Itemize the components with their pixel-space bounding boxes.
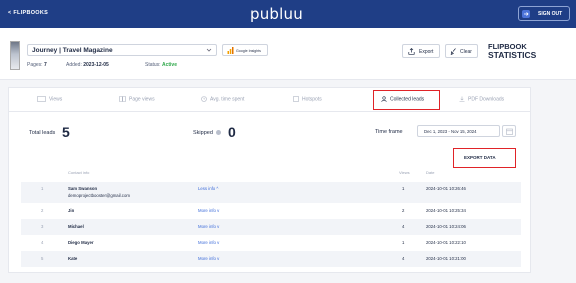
google-insights-button[interactable]: Google Insights	[222, 44, 268, 56]
clock-icon	[201, 96, 207, 102]
lead-views: 2	[402, 208, 405, 213]
stats-card: Views Page views Avg. time spent Hotspot…	[8, 87, 531, 273]
lead-name: Sam Swanson	[68, 186, 98, 191]
tab-hotspots-label: Hotspots	[302, 96, 322, 103]
more-info-toggle[interactable]: More info v	[198, 208, 219, 213]
export-data-label: EXPORT DATA	[464, 155, 496, 160]
page-title-line2: STATISTICS	[488, 50, 537, 60]
lead-name: Michael	[68, 224, 84, 229]
status-meta: Status: Active	[145, 62, 177, 68]
lead-name: Diego Mayer	[68, 240, 94, 245]
info-icon[interactable]	[216, 130, 222, 136]
skipped-value: 0	[228, 124, 236, 140]
header-views: Views	[399, 170, 410, 175]
page-title: FLIPBOOK STATISTICS	[488, 43, 537, 60]
download-icon	[459, 96, 465, 102]
table-row: 1 Sam Swanson demoprojectbooster@gmail.c…	[21, 182, 521, 203]
page-views-icon	[119, 96, 126, 102]
export-icon	[408, 48, 415, 55]
added-value: 2023-12-05	[83, 62, 109, 68]
flipbook-header: Journey | Travel Magazine Google Insight…	[0, 28, 576, 80]
export-data-button[interactable]: EXPORT DATA	[453, 148, 516, 168]
export-button[interactable]: Export	[402, 44, 440, 58]
lead-views: 1	[402, 240, 405, 245]
timeframe-input[interactable]: Dec 1, 2023 - Nov 15, 2024	[417, 125, 500, 137]
sign-out-button[interactable]: SIGN OUT	[518, 6, 570, 21]
calendar-button[interactable]	[502, 125, 516, 137]
pages-value: 7	[43, 62, 47, 68]
tab-page-views-label: Page views	[129, 96, 155, 103]
google-insights-icon	[227, 47, 234, 54]
top-bar: < FLIPBOOKS publuu SIGN OUT	[0, 0, 576, 28]
publuu-logo: publuu	[250, 5, 303, 23]
pages-label: Pages:	[27, 62, 43, 68]
table-row: 4 Diego Mayer More info v 1 2024-10-01 1…	[21, 235, 521, 251]
added-label: Added:	[66, 62, 82, 68]
table-row: 2 Jin More info v 2 2024-10-01 10:25:34	[21, 203, 521, 219]
lead-date: 2024-10-01 10:26:46	[426, 186, 466, 191]
stats-tabs: Views Page views Avg. time spent Hotspot…	[9, 88, 530, 112]
flipbook-cover-thumbnail	[10, 41, 20, 70]
views-icon	[37, 96, 46, 102]
row-index: 1	[41, 186, 44, 191]
header-date: Date	[426, 170, 435, 175]
lead-date: 2024-10-01 10:22:10	[426, 240, 466, 245]
row-index: 2	[41, 208, 44, 213]
lead-views: 4	[402, 224, 405, 229]
less-info-toggle[interactable]: Less info ^	[198, 186, 218, 191]
lead-views: 1	[402, 186, 405, 191]
person-icon	[381, 96, 387, 102]
tab-avg-time[interactable]: Avg. time spent	[201, 96, 244, 102]
tab-views[interactable]: Views	[37, 96, 62, 102]
table-header: Contact info Views Date	[21, 170, 521, 178]
timeframe-label: Time frame	[375, 129, 403, 135]
brush-icon	[450, 48, 456, 55]
row-index: 3	[41, 224, 44, 229]
lead-name: Kate	[68, 256, 78, 261]
row-index: 5	[41, 256, 44, 261]
tab-views-label: Views	[49, 96, 63, 103]
more-info-toggle[interactable]: More info v	[198, 256, 219, 261]
lead-date: 2024-10-01 10:24:06	[426, 224, 466, 229]
tab-collected-leads[interactable]: Collected leads	[381, 96, 424, 102]
more-info-toggle[interactable]: More info v	[198, 240, 219, 245]
table-row: 3 Michael More info v 4 2024-10-01 10:24…	[21, 219, 521, 235]
table-row: 5 Kate More info v 4 2024-10-01 10:21:00	[21, 251, 521, 267]
tab-pdf-downloads[interactable]: PDF Downloads	[459, 96, 504, 102]
more-info-toggle[interactable]: More info v	[198, 224, 219, 229]
total-leads-value: 5	[62, 124, 70, 140]
clear-button[interactable]: Clear	[445, 44, 478, 58]
google-insights-label: Google Insights	[236, 48, 261, 53]
clear-label: Clear	[460, 49, 472, 55]
tab-pdf-downloads-label: PDF Downloads	[468, 96, 505, 103]
pages-meta: Pages: 7	[27, 62, 47, 68]
lead-views: 4	[402, 256, 405, 261]
lead-date: 2024-10-01 10:25:34	[426, 208, 466, 213]
total-leads-label: Total leads	[29, 130, 56, 136]
tab-page-views[interactable]: Page views	[119, 96, 155, 102]
tab-collected-leads-label: Collected leads	[390, 96, 425, 103]
flipbook-select[interactable]: Journey | Travel Magazine	[27, 44, 217, 56]
status-label: Status:	[145, 62, 161, 68]
back-to-flipbooks-link[interactable]: < FLIPBOOKS	[8, 10, 48, 16]
tab-hotspots[interactable]: Hotspots	[293, 96, 322, 102]
export-label: Export	[419, 49, 434, 55]
chevron-down-icon	[206, 48, 212, 52]
hotspot-icon	[293, 96, 299, 102]
calendar-icon	[506, 128, 513, 135]
tab-avg-time-label: Avg. time spent	[210, 96, 245, 103]
status-badge: Active	[161, 62, 177, 68]
sign-out-label: SIGN OUT	[538, 11, 563, 17]
header-contact-info: Contact info	[68, 170, 90, 175]
sign-out-icon	[522, 10, 530, 18]
lead-name: Jin	[68, 208, 75, 213]
flipbook-select-value: Journey | Travel Magazine	[32, 47, 113, 54]
row-index: 4	[41, 240, 44, 245]
added-meta: Added: 2023-12-05	[66, 62, 109, 68]
skipped-label-wrap: Skipped	[193, 130, 222, 136]
skipped-label: Skipped	[193, 130, 213, 136]
timeframe-value: Dec 1, 2023 - Nov 15, 2024	[424, 129, 477, 134]
lead-date: 2024-10-01 10:21:00	[426, 256, 466, 261]
lead-email: demoprojectbooster@gmail.com	[68, 193, 130, 198]
